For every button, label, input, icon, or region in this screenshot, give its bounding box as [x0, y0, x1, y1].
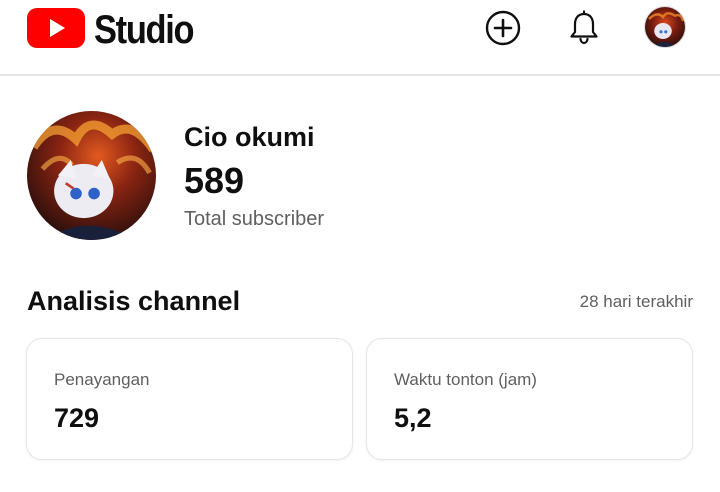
bell-icon — [570, 10, 598, 45]
watch-time-label: Waktu tonton (jam) — [394, 370, 537, 389]
studio-wordmark: Studio — [94, 8, 195, 52]
subscriber-count: 589 — [184, 160, 245, 201]
views-value: 729 — [54, 403, 100, 433]
channel-name: Cio okumi — [184, 122, 315, 152]
youtube-studio-logo[interactable]: Studio — [27, 8, 195, 50]
views-label: Penayangan — [54, 370, 150, 389]
watch-time-card[interactable]: Waktu tonton (jam) 5,2 — [366, 338, 693, 460]
account-button[interactable] — [643, 5, 687, 49]
notifications-button[interactable] — [562, 6, 606, 50]
create-button[interactable] — [481, 6, 525, 50]
watch-time-value: 5,2 — [394, 403, 432, 433]
views-card[interactable]: Penayangan 729 — [26, 338, 353, 460]
account-avatar — [644, 6, 686, 48]
channel-avatar[interactable] — [27, 111, 156, 240]
top-app-bar: Studio — [0, 0, 720, 76]
analytics-period[interactable]: 28 hari terakhir — [580, 292, 693, 312]
youtube-play-icon — [27, 8, 85, 48]
subscriber-label: Total subscriber — [184, 208, 325, 230]
analytics-section-title: Analisis channel — [27, 286, 241, 316]
create-plus-icon — [485, 10, 521, 46]
